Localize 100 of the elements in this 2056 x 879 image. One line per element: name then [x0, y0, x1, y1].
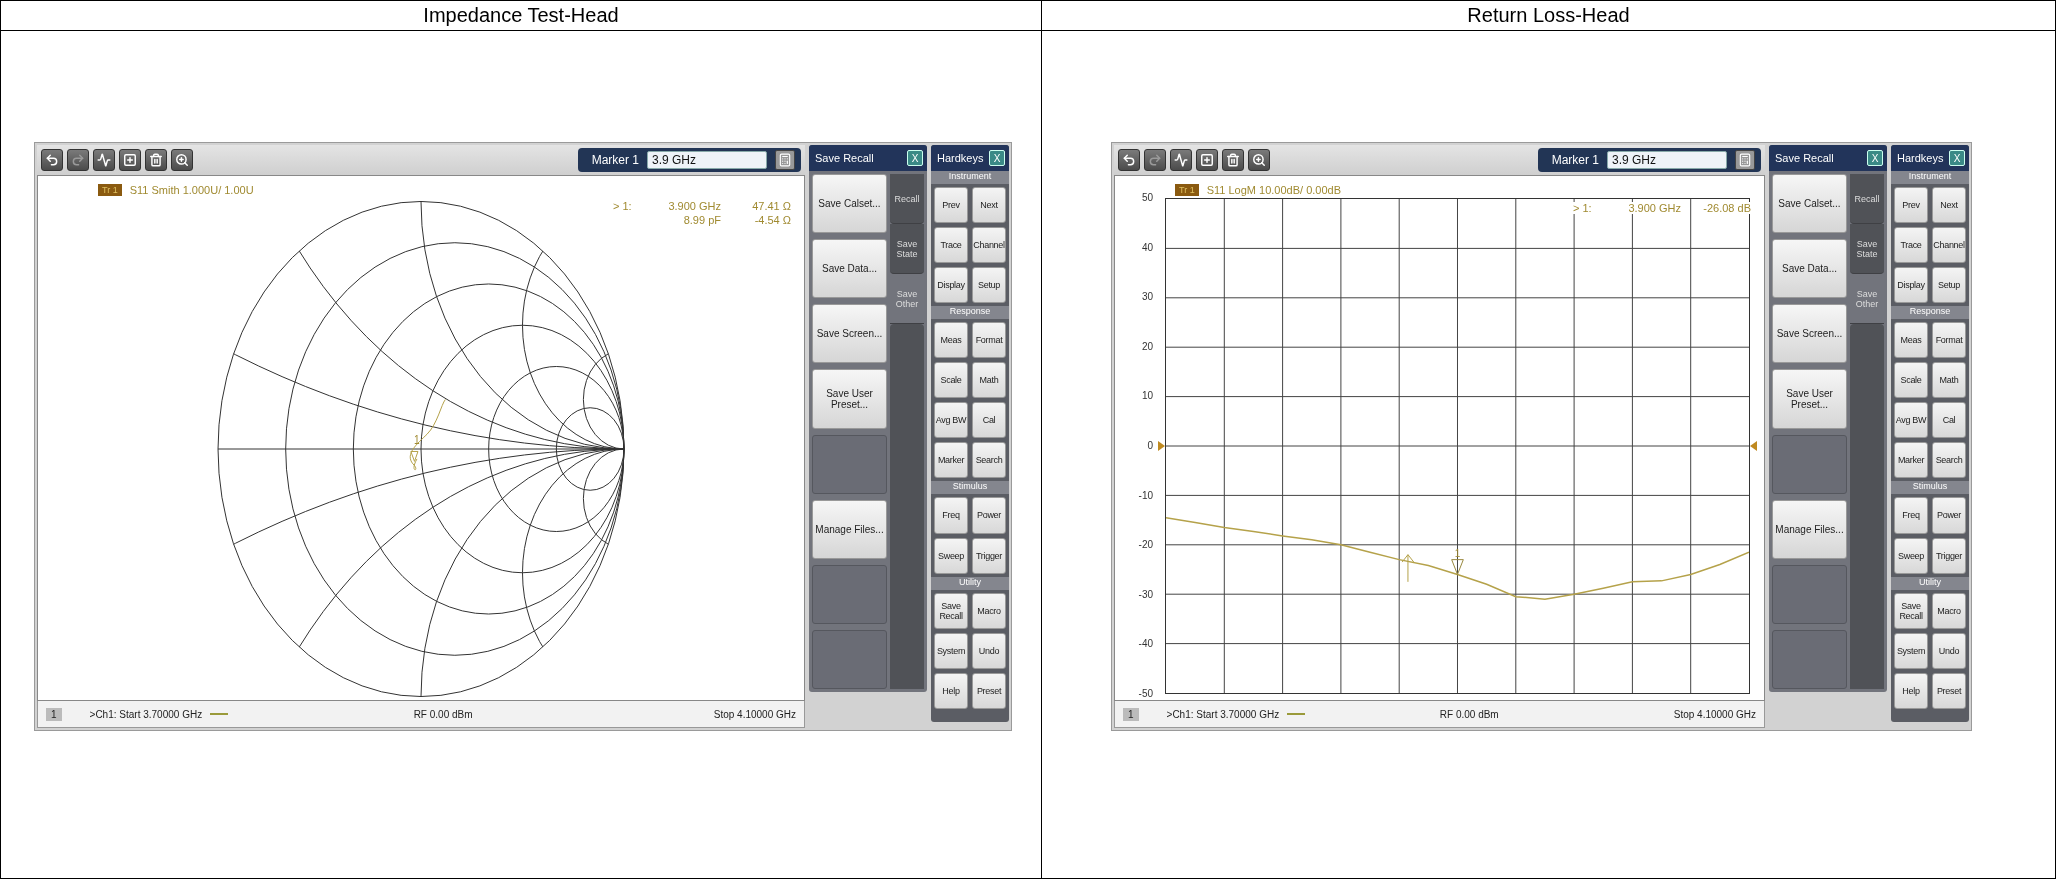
hardkey-button[interactable]: Math	[972, 362, 1006, 399]
hardkey-button[interactable]: Marker	[934, 442, 968, 479]
group-label: Stimulus	[931, 481, 1009, 495]
hardkey-button[interactable]: Avg BW	[1894, 402, 1928, 439]
zoom-in-icon	[175, 153, 189, 167]
hardkey-button[interactable]: Setup	[1932, 267, 1966, 304]
menu-tab[interactable]: Recall	[1850, 174, 1884, 224]
softkey-button[interactable]: Save Screen...	[812, 304, 887, 364]
hardkey-button[interactable]: Trace	[934, 227, 968, 264]
hardkey-button[interactable]: Power	[1932, 497, 1966, 534]
trash-button[interactable]	[145, 149, 167, 171]
hardkey-button[interactable]: Trace	[1894, 227, 1928, 264]
menu-tab[interactable]: Recall	[890, 174, 924, 224]
softkey-button[interactable]: Save User Preset...	[812, 369, 887, 429]
softkey-button[interactable]: Save Calset...	[1772, 174, 1847, 234]
close-button[interactable]: X	[1949, 150, 1965, 166]
channel-number: 1	[1123, 707, 1139, 721]
softkey-button[interactable]: Manage Files...	[1772, 499, 1847, 559]
hardkey-button[interactable]: Prev	[1894, 187, 1928, 224]
close-button[interactable]: X	[989, 150, 1005, 166]
softkey-button[interactable]: Manage Files...	[812, 499, 887, 559]
group-label: Instrument	[1891, 171, 1969, 184]
hardkey-button[interactable]: Marker	[1894, 442, 1928, 479]
undo-icon	[1122, 153, 1136, 167]
trace-tag: Tr 1	[1175, 184, 1199, 196]
zoom-in-button[interactable]	[1248, 149, 1270, 171]
trash-icon	[1226, 153, 1240, 167]
hardkey-button[interactable]: Cal	[1932, 402, 1966, 439]
hardkey-button[interactable]: Trigger	[1932, 537, 1966, 574]
hardkey-button[interactable]: Help	[1894, 672, 1928, 709]
zoom-in-button[interactable]	[171, 149, 193, 171]
trace-title: S11 LogM 10.00dB/ 0.00dB	[1206, 184, 1341, 196]
hardkey-button[interactable]: Preset	[1932, 672, 1966, 709]
hardkey-button[interactable]: Sweep	[934, 537, 968, 574]
hardkey-button[interactable]: Display	[1894, 267, 1928, 304]
marker-triangle-icon	[1451, 559, 1464, 575]
hardkey-button[interactable]: Format	[1932, 322, 1966, 359]
keypad-button[interactable]	[1735, 150, 1755, 170]
hardkey-button[interactable]: Format	[972, 322, 1006, 359]
marker-label: Marker 1	[1551, 153, 1599, 167]
hardkey-button[interactable]: Channel	[1932, 227, 1966, 264]
hardkey-button[interactable]: Meas	[934, 322, 968, 359]
close-button[interactable]: X	[907, 150, 923, 166]
softkey-button[interactable]: Save Screen...	[1772, 304, 1847, 364]
menu-tab[interactable]: Save State	[890, 224, 924, 274]
hardkey-button[interactable]: Avg BW	[934, 402, 968, 439]
y-axis-label: 20	[1140, 340, 1153, 353]
trash-button[interactable]	[1222, 149, 1244, 171]
hardkey-button[interactable]: Search	[972, 442, 1006, 479]
undo-button[interactable]	[41, 149, 63, 171]
zoom-in-icon	[1252, 153, 1266, 167]
square-plus-button[interactable]	[119, 149, 141, 171]
hardkey-button[interactable]: Trigger	[972, 537, 1006, 574]
hardkey-button[interactable]: System	[1894, 632, 1928, 669]
hardkey-button[interactable]: Power	[972, 497, 1006, 534]
y-axis-label: 50	[1140, 192, 1153, 204]
hardkey-button[interactable]: Scale	[1894, 362, 1928, 399]
marker-input-field[interactable]: 3.9 GHz	[647, 151, 767, 169]
softkey-button[interactable]: Save User Preset...	[1772, 369, 1847, 429]
hardkey-button[interactable]: Math	[1932, 362, 1966, 399]
hardkey-button[interactable]: Scale	[934, 362, 968, 399]
close-button[interactable]: X	[1867, 150, 1883, 166]
hardkey-button[interactable]: System	[934, 632, 968, 669]
hardkey-button[interactable]: Macro	[972, 592, 1006, 629]
menu-tab[interactable]: Save State	[1850, 224, 1884, 274]
hardkey-button[interactable]: Display	[934, 267, 968, 304]
redo-button[interactable]	[67, 149, 89, 171]
keypad-button[interactable]	[775, 150, 795, 170]
hardkey-button[interactable]: Setup	[972, 267, 1006, 304]
hardkey-button[interactable]: Undo	[972, 632, 1006, 669]
group-label: Response	[931, 306, 1009, 320]
group-label: Utility	[1891, 576, 1969, 590]
undo-button[interactable]	[1118, 149, 1140, 171]
hardkey-button[interactable]: Meas	[1894, 322, 1928, 359]
hardkey-button[interactable]: Channel	[972, 227, 1006, 264]
hardkey-button[interactable]: Help	[934, 672, 968, 709]
hardkey-button[interactable]: Save Recall	[1894, 592, 1928, 629]
hardkey-button[interactable]: Search	[1932, 442, 1966, 479]
rf-power: RF 0.00 dBm	[1439, 708, 1499, 720]
redo-button[interactable]	[1144, 149, 1166, 171]
hardkey-button[interactable]: Preset	[972, 672, 1006, 709]
pulse-button[interactable]	[93, 149, 115, 171]
y-axis-label: 30	[1140, 291, 1153, 304]
softkey-button[interactable]: Save Data...	[1772, 239, 1847, 299]
square-plus-button[interactable]	[1196, 149, 1218, 171]
hardkey-button[interactable]: Next	[1932, 187, 1966, 224]
hardkey-button[interactable]: Next	[972, 187, 1006, 224]
hardkey-button[interactable]: Save Recall	[934, 592, 968, 629]
hardkey-button[interactable]: Cal	[972, 402, 1006, 439]
hardkey-button[interactable]: Freq	[1894, 497, 1928, 534]
y-axis-label: -30	[1137, 588, 1153, 601]
hardkey-button[interactable]: Macro	[1932, 592, 1966, 629]
hardkey-button[interactable]: Prev	[934, 187, 968, 224]
hardkey-button[interactable]: Freq	[934, 497, 968, 534]
pulse-button[interactable]	[1170, 149, 1192, 171]
marker-input-field[interactable]: 3.9 GHz	[1607, 151, 1727, 169]
hardkey-button[interactable]: Sweep	[1894, 537, 1928, 574]
softkey-button[interactable]: Save Data...	[812, 239, 887, 299]
hardkey-button[interactable]: Undo	[1932, 632, 1966, 669]
softkey-button[interactable]: Save Calset...	[812, 174, 887, 234]
